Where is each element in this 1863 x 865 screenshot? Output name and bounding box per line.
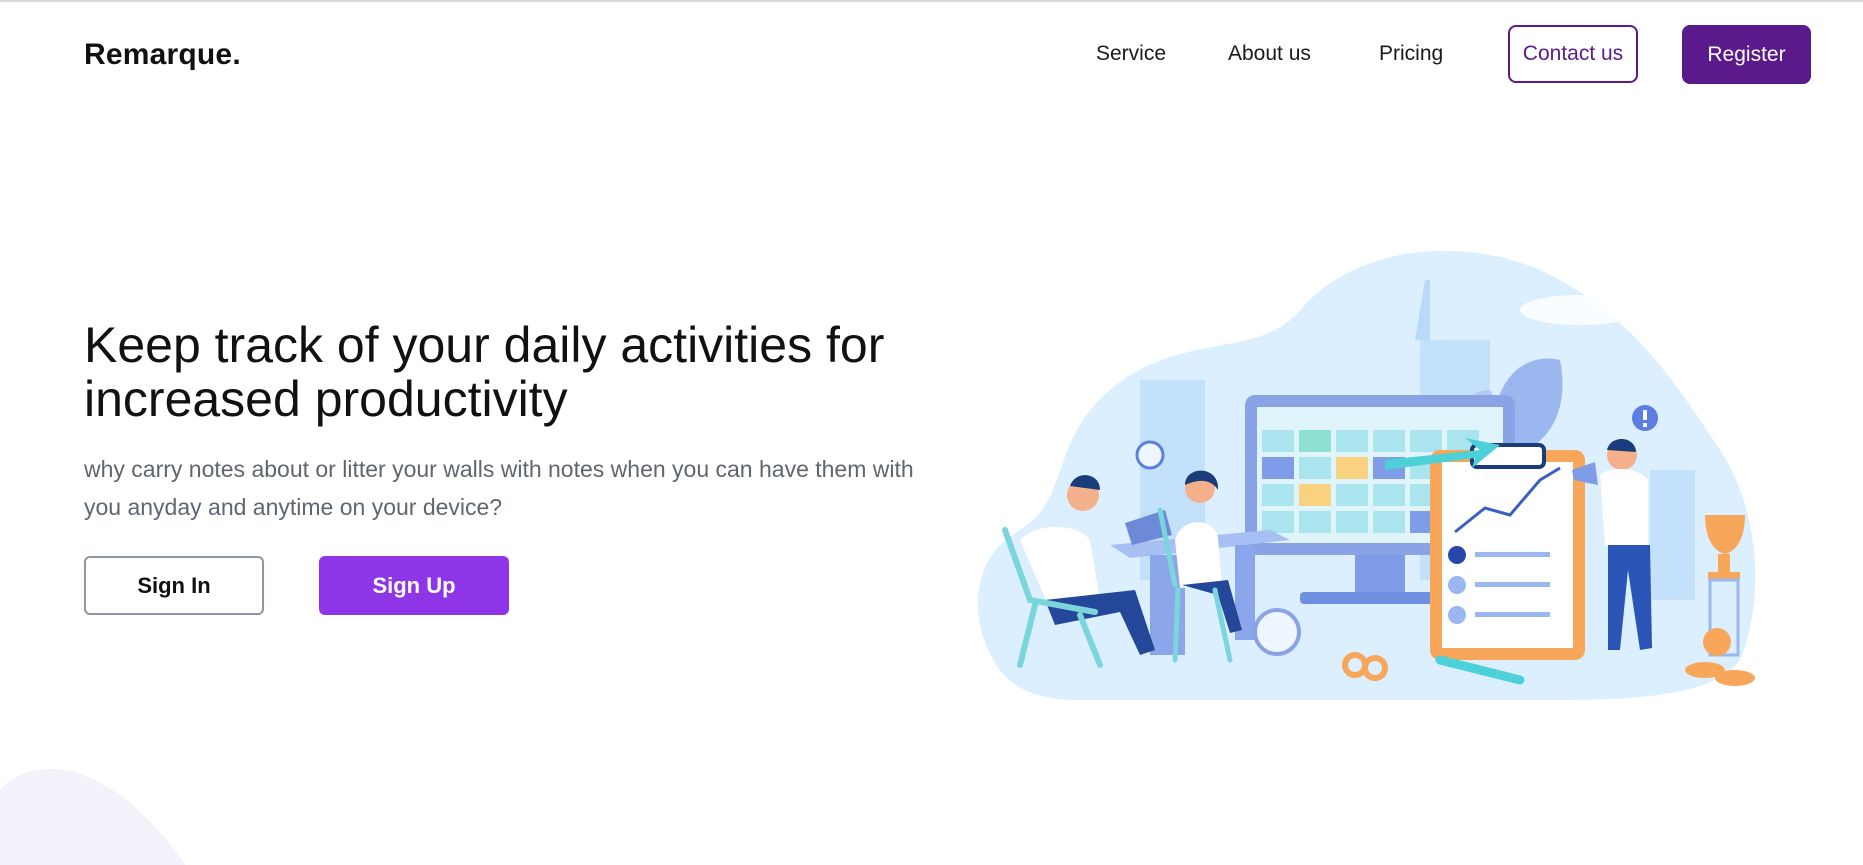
top-divider — [0, 0, 1863, 2]
team-productivity-illustration — [977, 250, 1756, 700]
nav-link-about-us[interactable]: About us — [1228, 42, 1311, 66]
sign-up-button[interactable]: Sign Up — [319, 556, 509, 615]
register-button[interactable]: Register — [1682, 25, 1811, 84]
nav-link-service[interactable]: Service — [1096, 42, 1166, 66]
contact-us-button[interactable]: Contact us — [1508, 25, 1638, 83]
landing-page: Remarque. Service About us Pricing Conta… — [0, 0, 1863, 865]
hero-title: Keep track of your daily activities for … — [84, 317, 885, 427]
sign-in-button[interactable]: Sign In — [84, 556, 264, 615]
corner-blob — [0, 768, 185, 865]
nav-link-pricing[interactable]: Pricing — [1379, 42, 1443, 66]
logo[interactable]: Remarque. — [84, 38, 241, 72]
hero-subtitle: why carry notes about or litter your wal… — [84, 456, 914, 520]
